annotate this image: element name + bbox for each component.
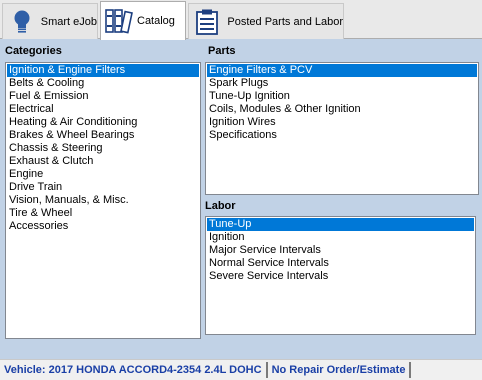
parts-list-item[interactable]: Engine Filters & PCV bbox=[207, 64, 477, 77]
categories-listbox[interactable]: Ignition & Engine Filters Belts & Cooling… bbox=[5, 62, 201, 339]
tab-catalog[interactable]: Catalog bbox=[100, 1, 186, 40]
categories-list-item[interactable]: Brakes & Wheel Bearings bbox=[7, 129, 199, 142]
categories-list-item[interactable]: Vision, Manuals, & Misc. bbox=[7, 194, 199, 207]
parts-list-item[interactable]: Specifications bbox=[207, 129, 477, 142]
parts-title: Parts bbox=[208, 45, 236, 57]
categories-list-item[interactable]: Ignition & Engine Filters bbox=[7, 64, 199, 77]
parts-list-item[interactable]: Coils, Modules & Other Ignition bbox=[207, 103, 477, 116]
parts-list-item[interactable]: Spark Plugs bbox=[207, 77, 477, 90]
labor-title: Labor bbox=[205, 200, 236, 212]
categories-list: Ignition & Engine Filters Belts & Cooling… bbox=[6, 63, 200, 234]
categories-list-item[interactable]: Accessories bbox=[7, 220, 199, 233]
lightbulb-icon bbox=[9, 8, 35, 36]
categories-list-item[interactable]: Exhaust & Clutch bbox=[7, 155, 199, 168]
vehicle-status: Vehicle: 2017 HONDA ACCORD4-2354 2.4L DO… bbox=[0, 362, 268, 378]
categories-list-item[interactable]: Chassis & Steering bbox=[7, 142, 199, 155]
labor-list-item[interactable]: Normal Service Intervals bbox=[207, 257, 474, 270]
tab-label: Catalog bbox=[137, 15, 175, 27]
tab-label: Posted Parts and Labor bbox=[227, 15, 343, 28]
labor-list: Tune-Up Ignition Major Service Intervals No… bbox=[206, 217, 475, 284]
catalog-books-icon bbox=[105, 7, 133, 35]
parts-list: Engine Filters & PCV Spark Plugs Tune-Up I… bbox=[206, 63, 478, 143]
tab-bar: Smart eJob Catalog Posted Parts and Labo… bbox=[0, 0, 482, 40]
categories-list-item[interactable]: Heating & Air Conditioning bbox=[7, 116, 199, 129]
categories-list-item[interactable]: Belts & Cooling bbox=[7, 77, 199, 90]
categories-list-item[interactable]: Engine bbox=[7, 168, 199, 181]
categories-list-item[interactable]: Fuel & Emission bbox=[7, 90, 199, 103]
parts-listbox[interactable]: Engine Filters & PCV Spark Plugs Tune-Up I… bbox=[205, 62, 479, 195]
labor-listbox[interactable]: Tune-Up Ignition Major Service Intervals No… bbox=[205, 216, 476, 335]
parts-list-item[interactable]: Tune-Up Ignition bbox=[207, 90, 477, 103]
labor-list-item[interactable]: Ignition bbox=[207, 231, 474, 244]
parts-list-item[interactable]: Ignition Wires bbox=[207, 116, 477, 129]
labor-list-item[interactable]: Severe Service Intervals bbox=[207, 270, 474, 283]
repair-order-status: No Repair Order/Estimate bbox=[268, 362, 412, 378]
categories-list-item[interactable]: Tire & Wheel bbox=[7, 207, 199, 220]
categories-list-item[interactable]: Drive Train bbox=[7, 181, 199, 194]
labor-list-item[interactable]: Major Service Intervals bbox=[207, 244, 474, 257]
labor-list-item[interactable]: Tune-Up bbox=[207, 218, 474, 231]
tab-smart-ejob[interactable]: Smart eJob bbox=[2, 3, 98, 39]
tab-label: Smart eJob bbox=[40, 15, 97, 28]
tab-posted-parts-and-labor[interactable]: Posted Parts and Labor bbox=[188, 3, 344, 39]
categories-list-item[interactable]: Electrical bbox=[7, 103, 199, 116]
clipboard-list-icon bbox=[195, 8, 219, 36]
catalog-panel: Categories Ignition & Engine Filters Belt… bbox=[0, 39, 482, 359]
status-bar: Vehicle: 2017 HONDA ACCORD4-2354 2.4L DO… bbox=[0, 359, 482, 380]
categories-title: Categories bbox=[5, 45, 62, 57]
